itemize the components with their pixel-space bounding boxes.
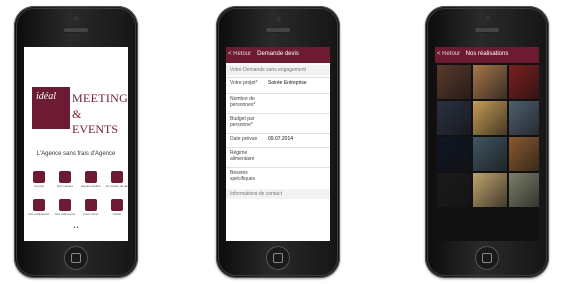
field-date[interactable]: Date prévue 09.07.2014 bbox=[226, 133, 330, 148]
camera-icon bbox=[275, 16, 281, 21]
menu-label: Nos références bbox=[54, 212, 76, 216]
map-pin-icon bbox=[85, 199, 97, 211]
nav-title: Demande devis bbox=[257, 51, 299, 57]
home-button[interactable] bbox=[266, 246, 290, 270]
home-icon bbox=[33, 171, 45, 183]
field-value: Soirée Entreprise bbox=[268, 80, 307, 86]
brand-logo: idéal MEETINGS & EVENTS bbox=[32, 87, 128, 136]
page-dots: • • bbox=[73, 225, 79, 231]
menu-item-references[interactable]: Nos références bbox=[54, 199, 76, 216]
field-label: Budget par personne* bbox=[230, 116, 255, 128]
phone-1: idéal MEETINGS & EVENTS L'Agence sans fr… bbox=[14, 6, 138, 278]
menu-item-equipe[interactable]: Equipe dédiée bbox=[80, 171, 102, 188]
home-button[interactable] bbox=[475, 246, 499, 270]
photo-icon bbox=[59, 199, 71, 211]
field-projet[interactable]: Votre projet* Soirée Entreprise bbox=[226, 77, 330, 94]
photo-tile[interactable] bbox=[473, 65, 507, 99]
camera-icon bbox=[73, 16, 79, 21]
main-menu-grid: Accueil Nos métiers Equipe dédiée Demand… bbox=[24, 171, 128, 233]
photo-tile[interactable] bbox=[437, 137, 471, 171]
menu-item-twitter[interactable]: Twitter bbox=[106, 199, 128, 216]
book-icon bbox=[33, 199, 45, 211]
photo-tile[interactable] bbox=[473, 137, 507, 171]
nav-title: Nos réalisations bbox=[465, 51, 509, 57]
phone-2: < Retour Demande devis Votre Demande san… bbox=[216, 6, 340, 278]
phone-2-screen: < Retour Demande devis Votre Demande san… bbox=[226, 47, 330, 241]
menu-label: Nos métiers bbox=[56, 184, 73, 188]
twitter-icon bbox=[111, 199, 123, 211]
photo-tile[interactable] bbox=[509, 101, 539, 135]
edit-icon bbox=[111, 171, 123, 183]
logo-small-text: idéal bbox=[36, 91, 56, 102]
photo-tile[interactable] bbox=[473, 101, 507, 135]
photo-tile[interactable] bbox=[437, 173, 471, 207]
nav-bar: < Retour Demande devis bbox=[226, 47, 330, 63]
photo-tile[interactable] bbox=[473, 173, 507, 207]
phone-1-screen: idéal MEETINGS & EVENTS L'Agence sans fr… bbox=[24, 47, 128, 241]
photo-tile[interactable] bbox=[509, 137, 539, 171]
phone-3: < Retour Nos réalisations bbox=[425, 6, 549, 278]
speaker-grill bbox=[266, 28, 290, 32]
menu-item-accueil[interactable]: Accueil bbox=[28, 171, 50, 188]
photo-tile[interactable] bbox=[437, 65, 471, 99]
phone-3-screen: < Retour Nos réalisations bbox=[435, 47, 539, 241]
speaker-grill bbox=[475, 28, 499, 32]
menu-item-metiers[interactable]: Nos métiers bbox=[54, 171, 76, 188]
field-label: Date prévue bbox=[230, 136, 258, 142]
logo-line-1: MEETINGS bbox=[72, 91, 128, 105]
section-header-request: Votre Demande sans engagement bbox=[226, 65, 330, 75]
field-nombre[interactable]: Nombre de personnes* bbox=[226, 93, 330, 114]
field-label: Régime alimentaire bbox=[230, 150, 255, 162]
nav-bar: < Retour Nos réalisations bbox=[435, 47, 539, 63]
menu-label: Nos réalisations bbox=[28, 212, 50, 216]
speaker-grill bbox=[64, 28, 88, 32]
home-button[interactable] bbox=[64, 246, 88, 270]
menu-label: Nous situer bbox=[83, 212, 99, 216]
field-regime[interactable]: Régime alimentaire bbox=[226, 147, 330, 168]
menu-label: Accueil bbox=[34, 184, 44, 188]
photo-grid bbox=[435, 63, 539, 241]
menu-item-devis[interactable]: Demande de devis bbox=[106, 171, 128, 188]
list-icon bbox=[59, 171, 71, 183]
field-value: 09.07.2014 bbox=[268, 136, 294, 142]
tagline: L'Agence sans frais d'Agence bbox=[36, 151, 116, 157]
logo-box: idéal bbox=[32, 87, 70, 129]
field-besoins[interactable]: Besoins spécifiques bbox=[226, 167, 330, 188]
menu-label: Twitter bbox=[112, 212, 122, 216]
people-icon bbox=[85, 171, 97, 183]
section-header-contact: Informations de contact bbox=[226, 189, 330, 199]
field-label: Besoins spécifiques bbox=[230, 170, 256, 182]
menu-item-situer[interactable]: Nous situer bbox=[80, 199, 102, 216]
photo-tile[interactable] bbox=[509, 65, 539, 99]
field-budget[interactable]: Budget par personne* bbox=[226, 113, 330, 134]
field-label: Votre projet* bbox=[230, 80, 258, 86]
logo-line-2: & EVENTS bbox=[72, 107, 118, 136]
menu-label: Demande de devis bbox=[106, 184, 128, 188]
camera-icon bbox=[484, 16, 490, 21]
photo-tile[interactable] bbox=[437, 101, 471, 135]
menu-label: Equipe dédiée bbox=[81, 184, 101, 188]
field-label: Nombre de personnes* bbox=[230, 96, 256, 108]
photo-tile[interactable] bbox=[509, 173, 539, 207]
menu-item-realisations[interactable]: Nos réalisations bbox=[28, 199, 50, 216]
